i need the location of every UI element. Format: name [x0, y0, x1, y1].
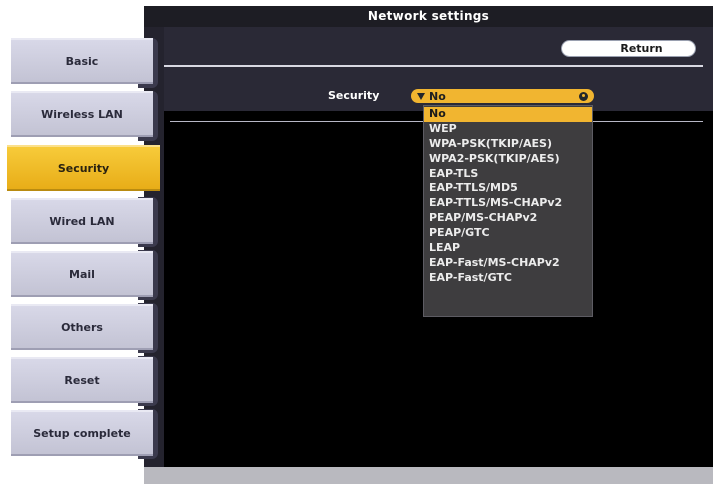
sidebar-item-label: Mail: [69, 267, 95, 281]
option-no[interactable]: No: [424, 107, 592, 122]
option-wep[interactable]: WEP: [424, 122, 592, 137]
sidebar-item-setup-complete[interactable]: Setup complete: [11, 410, 153, 456]
security-select[interactable]: No: [411, 89, 594, 103]
sidebar-item-basic[interactable]: Basic: [11, 38, 153, 84]
sidebar-item-label: Others: [61, 320, 103, 334]
knob-icon: [579, 91, 588, 101]
sidebar-item-label: Reset: [64, 373, 100, 387]
sidebar-item-others[interactable]: Others: [11, 304, 153, 350]
window-title: Network settings: [144, 6, 713, 27]
return-button-label: Return: [620, 42, 663, 55]
header-divider: [164, 65, 703, 67]
sidebar-item-reset[interactable]: Reset: [11, 357, 153, 403]
sidebar-item-label: Wireless LAN: [41, 107, 123, 121]
security-dropdown-list: No WEP WPA-PSK(TKIP/AES) WPA2-PSK(TKIP/A…: [423, 105, 593, 317]
settings-panel: Return Security No No WEP WPA-PSK(TKIP/A…: [164, 27, 713, 467]
dropdown-arrow-icon: [417, 92, 425, 100]
option-wpa-psk[interactable]: WPA-PSK(TKIP/AES): [424, 137, 592, 152]
return-button[interactable]: Return: [561, 40, 696, 57]
sidebar-item-wired-lan[interactable]: Wired LAN: [11, 198, 153, 244]
option-peap-gtc[interactable]: PEAP/GTC: [424, 226, 592, 241]
sidebar-item-label: Setup complete: [33, 426, 131, 440]
sidebar-item-label: Wired LAN: [49, 214, 115, 228]
option-eap-ttls-ms-chapv2[interactable]: EAP-TTLS/MS-CHAPv2: [424, 196, 592, 211]
option-eap-tls[interactable]: EAP-TLS: [424, 167, 592, 182]
option-peap-ms-chapv2[interactable]: PEAP/MS-CHAPv2: [424, 211, 592, 226]
option-eap-fast-ms-chapv2[interactable]: EAP-Fast/MS-CHAPv2: [424, 256, 592, 271]
option-wpa2-psk[interactable]: WPA2-PSK(TKIP/AES): [424, 152, 592, 167]
sidebar-item-label: Security: [57, 161, 110, 175]
sidebar-item-security[interactable]: Security: [7, 145, 160, 191]
security-label: Security: [328, 89, 380, 102]
option-eap-ttls-md5[interactable]: EAP-TTLS/MD5: [424, 181, 592, 196]
status-bar: [144, 467, 713, 484]
option-eap-fast-gtc[interactable]: EAP-Fast/GTC: [424, 271, 592, 286]
sidebar-item-wireless-lan[interactable]: Wireless LAN: [11, 91, 153, 137]
security-select-value: No: [429, 89, 446, 103]
sidebar-item-label: Basic: [65, 54, 99, 68]
sidebar-item-mail[interactable]: Mail: [11, 251, 153, 297]
option-leap[interactable]: LEAP: [424, 241, 592, 256]
network-settings-screen: Network settings Basic Wireless LAN Secu…: [0, 0, 713, 484]
